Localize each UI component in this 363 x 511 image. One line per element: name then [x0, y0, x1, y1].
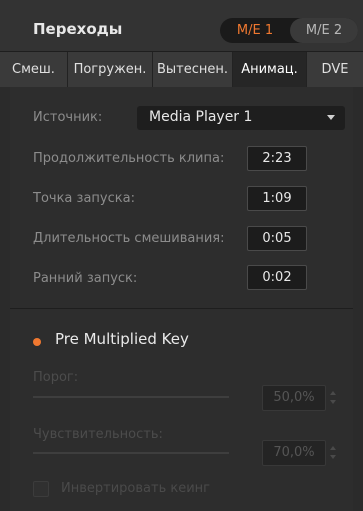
- pre-roll-label: Ранний запуск:: [33, 271, 138, 286]
- transitions-header: Переходы M/E 1 M/E 2: [0, 0, 363, 52]
- mix-duration-label: Длительность смешивания:: [33, 231, 225, 246]
- invert-key-checkbox[interactable]: [33, 481, 49, 497]
- clip-label: Порог:: [33, 370, 79, 385]
- clip-stepper[interactable]: [328, 386, 340, 410]
- me2-button[interactable]: M/E 2: [290, 18, 358, 43]
- tab-wipe[interactable]: Вытеснен.: [153, 52, 233, 87]
- chevron-up-icon: [330, 446, 336, 450]
- gain-stepper[interactable]: [328, 441, 340, 465]
- chevron-down-icon: [330, 400, 336, 404]
- tab-dip[interactable]: Погружен.: [68, 52, 153, 87]
- invert-key-label: Инвертировать кеинг: [61, 481, 210, 496]
- trigger-point-field[interactable]: 1:09: [247, 186, 307, 211]
- pre-multiplied-key-label[interactable]: Pre Multiplied Key: [55, 330, 189, 348]
- source-value: Media Player 1: [149, 109, 253, 125]
- chevron-down-icon: [330, 455, 336, 459]
- chevron-down-icon: [327, 115, 335, 120]
- gain-field[interactable]: 70,0%: [262, 440, 326, 466]
- gain-label: Чувствительность:: [33, 427, 163, 442]
- source-dropdown[interactable]: Media Player 1: [137, 106, 345, 130]
- trigger-point-label: Точка запуска:: [33, 191, 135, 206]
- mix-duration-field[interactable]: 0:05: [247, 226, 307, 251]
- panel-title: Переходы: [33, 20, 123, 38]
- clip-duration-label: Продолжительность клипа:: [33, 151, 225, 166]
- clip-field[interactable]: 50,0%: [262, 385, 326, 411]
- me1-button[interactable]: M/E 1: [220, 18, 290, 43]
- section-divider: [10, 308, 353, 309]
- pre-roll-field[interactable]: 0:02: [247, 265, 307, 290]
- source-label: Источник:: [33, 110, 103, 125]
- tab-stinger[interactable]: Анимац.: [233, 52, 307, 87]
- clip-duration-field[interactable]: 2:23: [247, 146, 307, 171]
- transition-tabs: Смеш. Погружен. Вытеснен. Анимац. DVE: [0, 52, 363, 87]
- chevron-up-icon: [330, 391, 336, 395]
- me-selector: M/E 1 M/E 2: [220, 18, 358, 43]
- clip-slider[interactable]: [33, 396, 229, 398]
- pre-multiplied-toggle-icon[interactable]: [33, 338, 41, 346]
- tab-dve[interactable]: DVE: [307, 52, 363, 87]
- tab-mix[interactable]: Смеш.: [0, 52, 68, 87]
- gain-slider[interactable]: [33, 452, 229, 454]
